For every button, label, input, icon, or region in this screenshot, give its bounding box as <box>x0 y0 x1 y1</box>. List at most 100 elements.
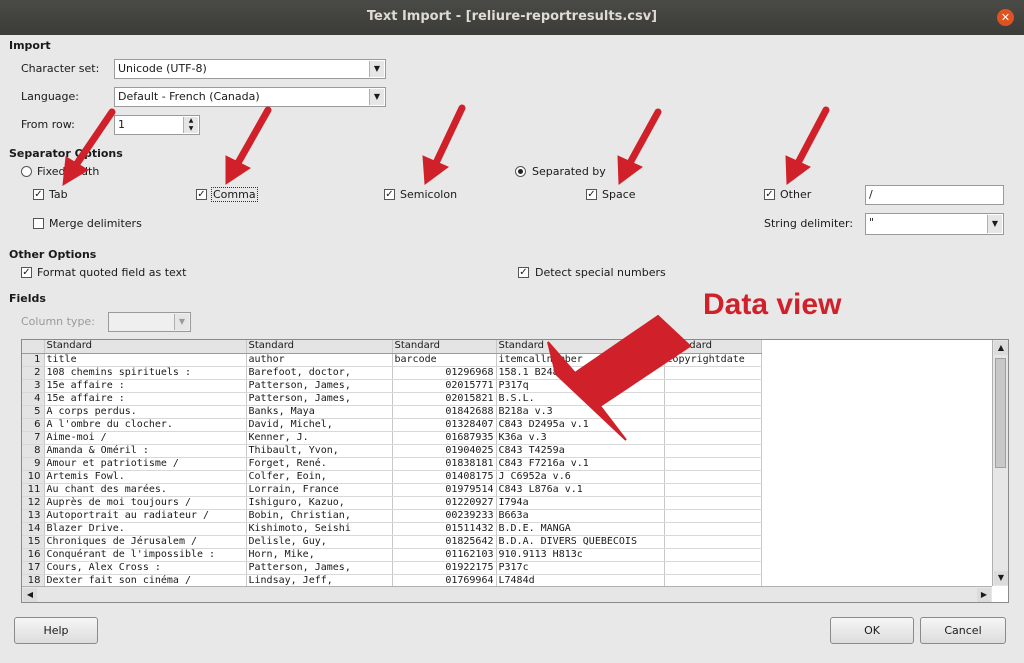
scroll-right-icon[interactable]: ▶ <box>977 588 991 602</box>
table-cell: Barefoot, doctor, <box>246 366 393 380</box>
table-cell: Thibault, Yvon, <box>246 444 393 458</box>
chevron-down-icon[interactable]: ▼ <box>369 89 384 105</box>
table-cell: barcode <box>392 353 497 367</box>
other-checkbox[interactable]: ✓ <box>764 189 775 200</box>
chevron-down-icon[interactable]: ▼ <box>987 215 1002 233</box>
table-cell <box>664 366 762 380</box>
charset-select[interactable]: Unicode (UTF-8) ▼ <box>114 59 386 79</box>
column-header[interactable]: Standard <box>44 340 247 354</box>
table-cell: Patterson, James, <box>246 379 393 393</box>
row-number: 12 <box>22 496 45 510</box>
data-view-annotation: Data view <box>703 288 842 321</box>
comma-label: Comma <box>211 187 258 202</box>
table-cell: David, Michel, <box>246 418 393 432</box>
table-cell <box>664 444 762 458</box>
table-cell: 01687935 <box>392 431 497 445</box>
data-preview-grid[interactable]: Standard Standard Standard Standard Stan… <box>21 339 1009 603</box>
table-row: 15 Chroniques de Jérusalem / Delisle, Guy,… <box>22 535 762 549</box>
table-cell: 01922175 <box>392 561 497 575</box>
merge-delimiters-checkbox[interactable] <box>33 218 44 229</box>
table-row: 5A corps perdus. Banks, Maya 01842688 B218a… <box>22 405 762 419</box>
column-header[interactable]: Standard <box>392 340 497 354</box>
table-cell: 108 chemins spirituels : <box>44 366 247 380</box>
from-row-spinner[interactable]: 1 ▲ ▼ <box>114 115 200 135</box>
language-label: Language: <box>21 90 79 103</box>
format-quoted-label: Format quoted field as text <box>37 266 187 279</box>
column-header[interactable]: Standard <box>496 340 665 354</box>
table-cell <box>664 522 762 536</box>
table-cell <box>664 457 762 471</box>
table-row: 6A l'ombre du clocher. David, Michel, 0132… <box>22 418 762 432</box>
fixed-width-radio[interactable] <box>21 166 32 177</box>
help-button[interactable]: Help <box>14 617 98 644</box>
table-cell: B.S.L. <box>496 392 665 406</box>
table-cell: Autoportrait au radiateur / <box>44 509 247 523</box>
row-number: 5 <box>22 405 45 419</box>
row-number: 17 <box>22 561 45 575</box>
table-row: 4 15e affaire : Patterson, James, 02015821 B… <box>22 392 762 406</box>
chevron-down-icon[interactable]: ▼ <box>174 314 189 330</box>
chevron-down-icon[interactable]: ▼ <box>369 61 384 77</box>
detect-special-checkbox[interactable]: ✓ <box>518 267 529 278</box>
row-number: 14 <box>22 522 45 536</box>
comma-checkbox[interactable]: ✓ <box>196 189 207 200</box>
table-cell <box>664 405 762 419</box>
cancel-button[interactable]: Cancel <box>920 617 1006 644</box>
table-cell: Amour et patriotisme / <box>44 457 247 471</box>
table-cell: 02015821 <box>392 392 497 406</box>
row-number: 3 <box>22 379 45 393</box>
semicolon-checkbox[interactable]: ✓ <box>384 189 395 200</box>
tab-checkbox[interactable]: ✓ <box>33 189 44 200</box>
table-cell: Auprès de moi toujours / <box>44 496 247 510</box>
spin-arrows-icon[interactable]: ▲ ▼ <box>183 117 198 133</box>
table-cell <box>664 470 762 484</box>
table-row: 7 Aime-moi / Kenner, J. 01687935 K36a v.3 <box>22 431 762 445</box>
column-type-select[interactable]: ▼ <box>108 312 191 332</box>
table-row: 11 Au chant des marées. Lorrain, France 019… <box>22 483 762 497</box>
table-row: 8 Amanda & Oméril : Thibault, Yvon, 0190402… <box>22 444 762 458</box>
vertical-scrollbar[interactable]: ▲ ▼ <box>992 340 1008 586</box>
horizontal-scrollbar[interactable]: ◀ ▶ <box>22 586 992 602</box>
table-cell: C843 F7216a v.1 <box>496 457 665 471</box>
separated-by-radio[interactable] <box>515 166 526 177</box>
row-number: 2 <box>22 366 45 380</box>
table-cell: Au chant des marées. <box>44 483 247 497</box>
table-cell: K36a v.3 <box>496 431 665 445</box>
space-checkbox[interactable]: ✓ <box>586 189 597 200</box>
other-separator-input[interactable]: / <box>865 185 1004 205</box>
language-value: Default - French (Canada) <box>118 90 260 103</box>
table-cell: 01408175 <box>392 470 497 484</box>
language-select[interactable]: Default - French (Canada) ▼ <box>114 87 386 107</box>
string-delimiter-value: " <box>869 216 875 229</box>
separator-section-title: Separator Options <box>9 147 123 160</box>
scroll-left-icon[interactable]: ◀ <box>23 588 37 602</box>
close-icon[interactable]: ✕ <box>997 9 1014 26</box>
import-section-title: Import <box>9 39 51 52</box>
table-cell: Blazer Drive. <box>44 522 247 536</box>
table-cell: Patterson, James, <box>246 561 393 575</box>
column-header[interactable]: Standard <box>664 340 762 354</box>
table-cell: 01296968 <box>392 366 497 380</box>
string-delimiter-select[interactable]: " ▼ <box>865 213 1004 235</box>
fixed-width-label: Fixed width <box>37 165 100 178</box>
ok-button[interactable]: OK <box>830 617 914 644</box>
window-title: Text Import - [reliure-reportresults.csv… <box>366 9 658 24</box>
scroll-down-icon[interactable]: ▼ <box>994 571 1008 585</box>
scroll-up-icon[interactable]: ▲ <box>994 341 1008 355</box>
table-row: 17 Cours, Alex Cross : Patterson, James, 01… <box>22 561 762 575</box>
table-cell: title <box>44 353 247 367</box>
column-header[interactable]: Standard <box>246 340 393 354</box>
merge-delimiters-label: Merge delimiters <box>49 217 142 230</box>
table-cell: B663a <box>496 509 665 523</box>
table-cell: 158.1 B248c <box>496 366 665 380</box>
scroll-thumb[interactable] <box>995 358 1006 468</box>
format-quoted-checkbox[interactable]: ✓ <box>21 267 32 278</box>
other-label: Other <box>780 188 812 201</box>
table-cell: Ishiguro, Kazuo, <box>246 496 393 510</box>
table-cell: Conquérant de l'impossible : <box>44 548 247 562</box>
table-cell: copyrightdate <box>664 353 762 367</box>
table-cell: 01825642 <box>392 535 497 549</box>
row-number: 9 <box>22 457 45 471</box>
table-cell: 01328407 <box>392 418 497 432</box>
table-cell: 01220927 <box>392 496 497 510</box>
